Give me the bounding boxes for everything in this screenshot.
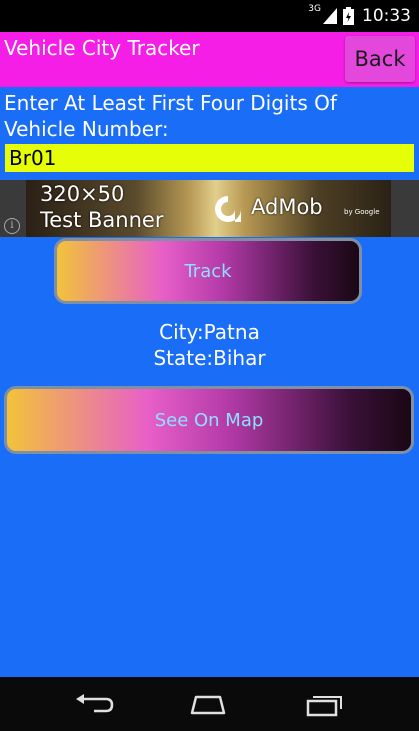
status-bar: 3G 10:33 <box>0 0 419 32</box>
result-city: City:Patna <box>159 320 260 344</box>
battery-icon <box>343 7 354 25</box>
app-title: Vehicle City Tracker <box>4 36 200 60</box>
home-icon[interactable] <box>186 691 230 717</box>
result-state: State:Bihar <box>153 346 266 370</box>
info-icon[interactable]: i <box>4 218 20 234</box>
track-button[interactable]: Track <box>54 238 362 304</box>
vehicle-number-prompt: Enter At Least First Four Digits Of Vehi… <box>4 91 337 141</box>
ad-banner[interactable]: 320×50 Test Banner AdMob by Google <box>26 180 391 237</box>
ad-right-panel <box>391 180 419 237</box>
navigation-bar <box>0 677 419 731</box>
ad-info-panel: i <box>0 180 26 237</box>
vehicle-number-input[interactable] <box>5 144 414 172</box>
ad-caption: Test Banner <box>40 208 164 232</box>
ad-size-text: 320×50 <box>40 182 125 206</box>
see-on-map-button[interactable]: See On Map <box>4 386 414 454</box>
admob-logo-icon <box>215 196 241 222</box>
network-type-label: 3G <box>308 4 321 14</box>
back-button[interactable]: Back <box>345 36 415 82</box>
screen: 3G 10:33 Vehicle City Tracker Back Enter… <box>0 0 419 731</box>
recent-apps-icon[interactable] <box>302 691 346 717</box>
clock: 10:33 <box>362 6 411 26</box>
back-icon[interactable] <box>72 691 116 717</box>
title-bar: Vehicle City Tracker Back <box>0 32 419 87</box>
app-content: Vehicle City Tracker Back Enter At Least… <box>0 32 419 677</box>
signal-icon <box>323 8 337 24</box>
admob-byline: by Google <box>344 208 380 216</box>
admob-brand: AdMob <box>251 195 323 219</box>
status-icons: 3G 10:33 <box>308 0 411 32</box>
